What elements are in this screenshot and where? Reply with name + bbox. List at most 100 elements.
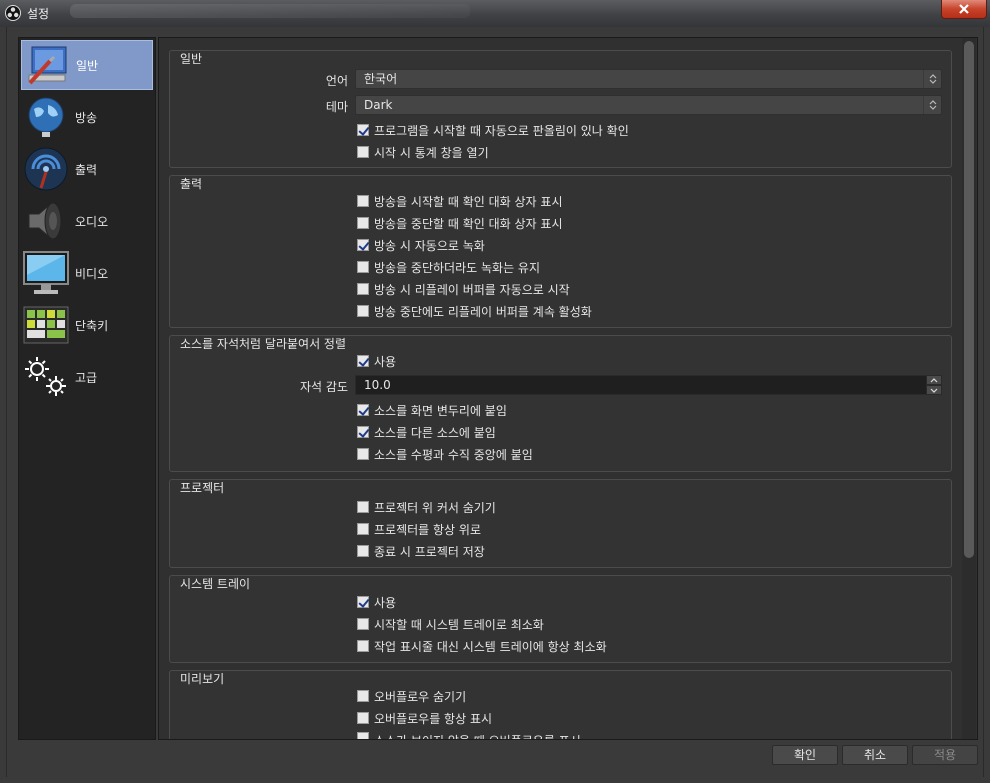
group-projector: 프로젝터 프로젝터 위 커서 숨기기 프로젝터를 항상 위로 종료 시 프로젝터… (169, 479, 952, 568)
checkbox-unchecked (357, 501, 369, 513)
checkbox-label: 작업 표시줄 대신 시스템 트레이에 항상 최소화 (374, 639, 607, 654)
settings-sidebar: 일반 방송 출력 오디오 비디오 단축키 고급 (18, 37, 156, 740)
group-title: 미리보기 (180, 672, 225, 686)
globe-icon (21, 93, 71, 141)
sidebar-item-output[interactable]: 출력 (21, 144, 153, 194)
projector-checkbox[interactable]: 종료 시 프로젝터 저장 (357, 543, 485, 559)
sidebar-item-general[interactable]: 일반 (21, 40, 153, 90)
checkbox-label: 소스를 화면 변두리에 붙임 (374, 403, 507, 418)
preview-checkbox[interactable]: 오버플로우 숨기기 (357, 688, 466, 704)
sensitivity-value: 10.0 (364, 378, 391, 392)
checkbox-unchecked (357, 146, 369, 158)
window-title: 설정 (27, 7, 50, 21)
checkbox-label: 오버플로우 숨기기 (374, 689, 467, 704)
checkbox-label: 프로그램을 시작할 때 자동으로 판올림이 있나 확인 (374, 123, 629, 138)
tray-checkbox[interactable]: 작업 표시줄 대신 시스템 트레이에 항상 최소화 (357, 638, 607, 654)
checkbox-label: 오버플로우를 항상 표시 (374, 711, 493, 726)
checkbox-label: 프로젝터 위 커서 숨기기 (374, 500, 496, 515)
checkbox-unchecked (357, 195, 369, 207)
checkbox-unchecked (357, 217, 369, 229)
preview-checkbox[interactable]: 소스가 보이지 않을 때 오버플로우를 표시 (357, 732, 581, 739)
gears-icon (21, 353, 71, 401)
tray-checkbox[interactable]: 사용 (357, 594, 396, 610)
broadcast-icon (21, 145, 71, 193)
title-bar: 설정 (0, 0, 990, 27)
checkbox-unchecked (357, 690, 369, 702)
sidebar-item-hotkeys[interactable]: 단축키 (21, 300, 153, 350)
scrollbar-thumb[interactable] (964, 41, 974, 558)
checkbox-label: 소스를 다른 소스에 붙임 (374, 425, 496, 440)
projector-checkbox[interactable]: 프로젝터를 항상 위로 (357, 521, 481, 537)
checkbox-unchecked (357, 283, 369, 295)
monitor-icon (21, 249, 71, 297)
sidebar-item-label: 비디오 (75, 266, 109, 281)
sidebar-item-video[interactable]: 비디오 (21, 248, 153, 298)
group-system-tray: 시스템 트레이 사용 시작할 때 시스템 트레이로 최소화 작업 표시줄 대신 … (169, 575, 952, 663)
spin-down-button[interactable] (926, 385, 942, 395)
open-stats-checkbox[interactable]: 시작 시 통계 창을 열기 (357, 144, 489, 160)
output-checkbox[interactable]: 방송 시 리플레이 버퍼를 자동으로 시작 (357, 281, 570, 297)
snapping-checkbox[interactable]: 소스를 수평과 수직 중앙에 붙임 (357, 446, 533, 462)
chevron-updown-icon (923, 96, 941, 114)
checkbox-label: 방송 시 자동으로 녹화 (374, 238, 485, 253)
sidebar-item-label: 일반 (76, 58, 99, 73)
checkbox-checked (357, 355, 369, 367)
output-checkbox[interactable]: 방송 중단에도 리플레이 버퍼를 계속 활성화 (357, 303, 592, 319)
cancel-button[interactable]: 취소 (842, 745, 908, 765)
chevron-updown-icon (923, 70, 941, 88)
theme-select[interactable]: Dark (355, 95, 942, 115)
projector-checkbox[interactable]: 프로젝터 위 커서 숨기기 (357, 499, 496, 515)
checkbox-checked (357, 239, 369, 251)
group-title: 출력 (180, 177, 203, 191)
snapping-checkbox[interactable]: 소스를 다른 소스에 붙임 (357, 424, 496, 440)
speaker-icon (21, 197, 71, 245)
settings-content: 일반 언어 한국어 테마 Dark 프로그램을 시작할 때 자동으로 판올림이 … (158, 37, 978, 740)
sensitivity-spinbox[interactable]: 10.0 (355, 375, 942, 395)
output-checkbox[interactable]: 방송을 중단할 때 확인 대화 상자 표시 (357, 215, 563, 231)
tray-checkbox[interactable]: 시작할 때 시스템 트레이로 최소화 (357, 616, 544, 632)
output-checkbox[interactable]: 방송 시 자동으로 녹화 (357, 237, 485, 253)
group-snapping: 소스를 자석처럼 달라붙여서 정렬 사용 자석 감도 10.0 소스를 화면 변… (169, 335, 952, 472)
checkbox-unchecked (357, 305, 369, 317)
close-icon (959, 4, 969, 14)
checkbox-label: 방송 시 리플레이 버퍼를 자동으로 시작 (374, 282, 570, 297)
group-title: 소스를 자석처럼 달라붙여서 정렬 (180, 337, 347, 351)
checkbox-label: 사용 (374, 354, 397, 369)
check-updates-checkbox[interactable]: 프로그램을 시작할 때 자동으로 판올림이 있나 확인 (357, 122, 629, 138)
checkbox-unchecked (357, 640, 369, 652)
preview-checkbox[interactable]: 오버플로우를 항상 표시 (357, 710, 492, 726)
language-select[interactable]: 한국어 (355, 69, 942, 89)
checkbox-label: 소스를 수평과 수직 중앙에 붙임 (374, 447, 533, 462)
ok-button[interactable]: 확인 (772, 745, 838, 765)
sidebar-item-audio[interactable]: 오디오 (21, 196, 153, 246)
group-general: 일반 언어 한국어 테마 Dark 프로그램을 시작할 때 자동으로 판올림이 … (169, 50, 952, 168)
checkbox-label: 방송을 중단하더라도 녹화는 유지 (374, 260, 541, 275)
obs-logo-icon (5, 5, 21, 21)
snapping-enable-checkbox[interactable]: 사용 (357, 353, 396, 369)
vertical-scrollbar[interactable] (962, 38, 976, 739)
sidebar-item-advanced[interactable]: 고급 (21, 352, 153, 402)
chevron-down-icon (930, 388, 938, 393)
sensitivity-label: 자석 감도 (300, 380, 348, 394)
checkbox-label: 프로젝터를 항상 위로 (374, 522, 481, 537)
sidebar-item-label: 오디오 (75, 214, 109, 229)
snapping-checkbox[interactable]: 소스를 화면 변두리에 붙임 (357, 402, 507, 418)
language-label: 언어 (325, 74, 348, 88)
checkbox-unchecked (357, 261, 369, 273)
checkbox-unchecked (357, 523, 369, 535)
close-button[interactable] (941, 0, 987, 19)
settings-window: 일반 방송 출력 오디오 비디오 단축키 고급 일반 언어 한국어 테마 Dar… (6, 27, 984, 777)
spin-up-button[interactable] (926, 375, 942, 385)
group-output: 출력 방송을 시작할 때 확인 대화 상자 표시 방송을 중단할 때 확인 대화… (169, 175, 952, 328)
output-checkbox[interactable]: 방송을 중단하더라도 녹화는 유지 (357, 259, 540, 275)
apply-button[interactable]: 적용 (912, 745, 978, 765)
group-title: 일반 (180, 52, 203, 66)
checkbox-checked (357, 404, 369, 416)
language-value: 한국어 (364, 72, 398, 86)
chevron-up-icon (930, 377, 938, 382)
checkbox-label: 방송을 시작할 때 확인 대화 상자 표시 (374, 194, 563, 209)
output-checkbox[interactable]: 방송을 시작할 때 확인 대화 상자 표시 (357, 193, 563, 209)
checkbox-label: 시작할 때 시스템 트레이로 최소화 (374, 617, 544, 632)
general-icon (22, 41, 72, 89)
sidebar-item-stream[interactable]: 방송 (21, 92, 153, 142)
